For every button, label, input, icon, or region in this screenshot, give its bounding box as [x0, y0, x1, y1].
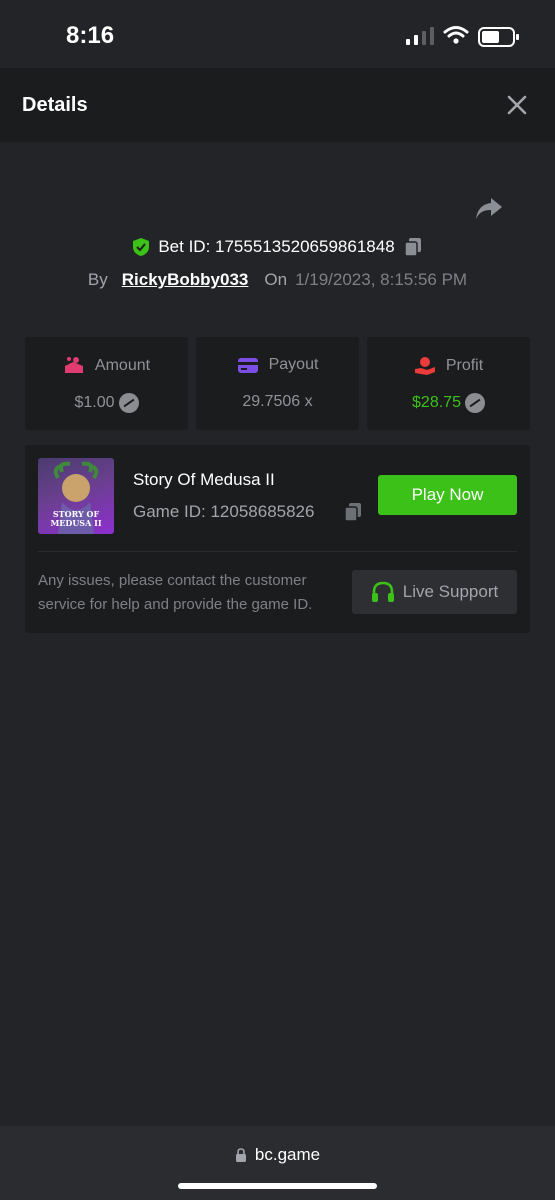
live-support-label: Live Support — [402, 582, 499, 601]
headset-icon — [371, 581, 394, 602]
by-label: By — [87, 270, 108, 289]
play-now-label: Play Now — [411, 485, 484, 504]
bet-datetime: 1/19/2023, 8:15:56 PM — [295, 270, 468, 289]
live-support-button[interactable]: Live Support — [352, 570, 517, 614]
bet-id: Bet ID: 1755513520659861848 — [158, 237, 395, 256]
share-icon[interactable] — [474, 196, 504, 222]
payout-label: Payout — [268, 356, 319, 373]
amount-icon — [64, 357, 83, 373]
profit-card: Profit $28.75 — [367, 337, 530, 430]
profit-label: Profit — [445, 357, 484, 374]
lock-icon — [235, 1148, 246, 1162]
game-id: Game ID: 12058685826 — [133, 502, 315, 521]
battery-icon — [478, 27, 519, 47]
url-text: bc.game — [254, 1145, 321, 1164]
coin-icon — [464, 393, 485, 413]
amount-label: Amount — [94, 357, 151, 374]
game-name: Story Of Medusa II — [133, 470, 275, 489]
bet-author-row: By RickyBobby033 On 1/19/2023, 8:15:56 P… — [0, 268, 555, 292]
payout-icon — [237, 358, 258, 373]
payout-card: Payout 29.7506 x — [196, 337, 359, 430]
username-link[interactable]: RickyBobby033 — [122, 270, 249, 290]
amount-card: Amount $1.00 — [25, 337, 188, 430]
payout-value: 29.7506 x — [242, 393, 313, 410]
game-thumbnail[interactable]: STORY OF MEDUSA II — [38, 458, 114, 534]
page-title: Details — [22, 94, 88, 116]
url-display[interactable]: bc.game — [0, 1145, 555, 1165]
verified-shield-icon — [133, 238, 150, 256]
copy-icon[interactable] — [343, 502, 363, 522]
profit-value: $28.75 — [412, 394, 461, 411]
signal-icon — [406, 27, 434, 45]
support-message: Any issues, please contact the customer … — [38, 572, 313, 613]
close-icon[interactable] — [504, 92, 530, 118]
divider — [38, 551, 517, 552]
bet-id-row: Bet ID: 1755513520659861848 — [0, 234, 555, 260]
details-header: Details — [0, 68, 555, 142]
copy-icon[interactable] — [403, 237, 423, 257]
profit-icon — [414, 357, 435, 375]
status-bar: 8:16 — [0, 0, 555, 68]
wifi-icon — [443, 26, 469, 44]
thumbnail-title: STORY OF MEDUSA II — [50, 509, 102, 528]
status-time: 8:16 — [66, 22, 115, 49]
play-now-button[interactable]: Play Now — [378, 475, 517, 515]
amount-value: $1.00 — [74, 394, 115, 411]
coin-icon — [118, 393, 139, 413]
on-label: On — [264, 270, 288, 289]
browser-url-bar: bc.game — [0, 1126, 555, 1200]
game-card: STORY OF MEDUSA II Story Of Medusa II Ga… — [25, 445, 530, 633]
home-indicator[interactable] — [178, 1183, 377, 1189]
